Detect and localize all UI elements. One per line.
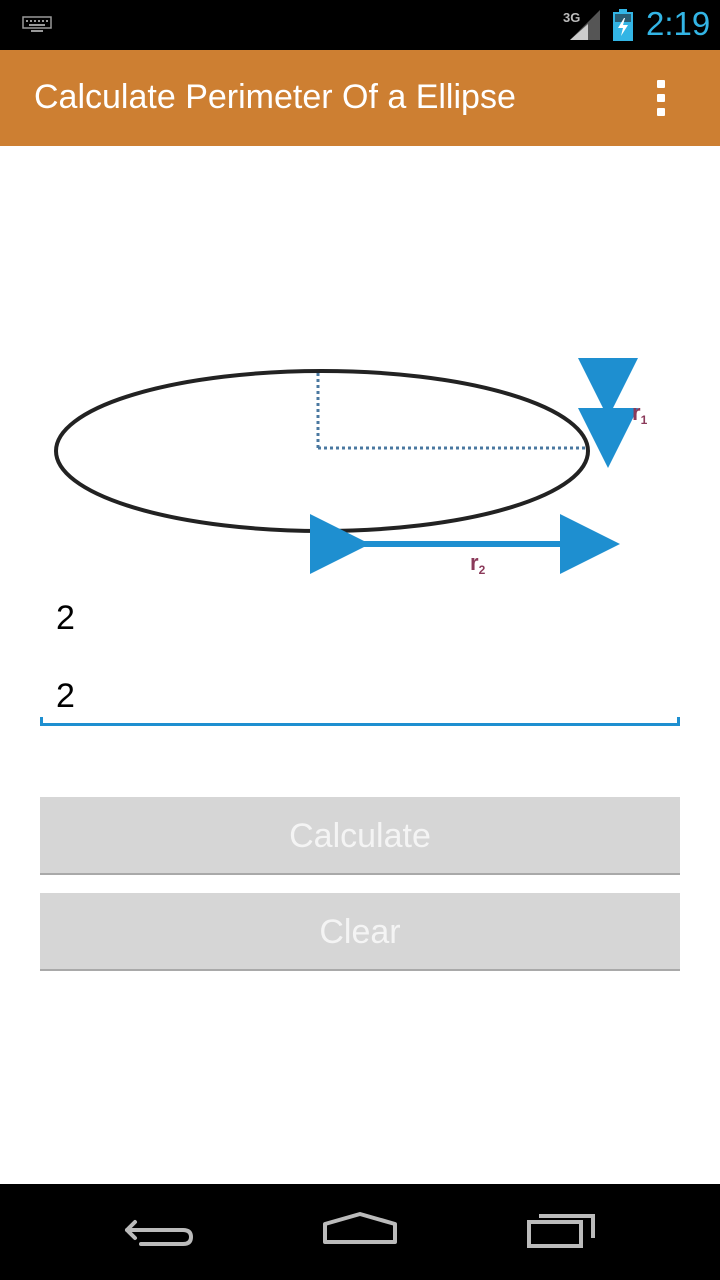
focus-underline-right-tick xyxy=(677,717,680,726)
r1-label: r1 xyxy=(632,400,648,427)
navigation-bar xyxy=(0,1184,720,1280)
focus-underline xyxy=(40,723,680,726)
overflow-menu-icon[interactable] xyxy=(640,76,684,120)
status-bar: 3G 2:19 xyxy=(0,0,720,50)
focus-underline-left-tick xyxy=(40,717,43,726)
action-bar: Calculate Perimeter Of a Ellipse xyxy=(0,50,720,146)
ellipse-shape xyxy=(54,369,590,533)
r2-input[interactable] xyxy=(40,660,680,732)
recent-apps-icon[interactable] xyxy=(507,1202,617,1262)
r2-input-field xyxy=(40,660,680,732)
battery-charging-icon xyxy=(613,9,633,41)
ellipse-diagram: r1 r2 xyxy=(54,358,648,577)
r1-input-field xyxy=(40,582,680,654)
keyboard-icon xyxy=(22,16,52,32)
signal-3g-icon: 3G xyxy=(563,10,600,40)
calculate-button[interactable]: Calculate xyxy=(40,797,680,875)
network-type-label: 3G xyxy=(563,10,580,25)
status-clock: 2:19 xyxy=(646,5,711,42)
r1-input[interactable] xyxy=(40,582,680,654)
clear-button[interactable]: Clear xyxy=(40,893,680,971)
r2-label: r2 xyxy=(470,550,486,577)
back-icon[interactable] xyxy=(105,1202,215,1262)
page-title: Calculate Perimeter Of a Ellipse xyxy=(34,78,516,116)
home-icon[interactable] xyxy=(305,1202,415,1262)
